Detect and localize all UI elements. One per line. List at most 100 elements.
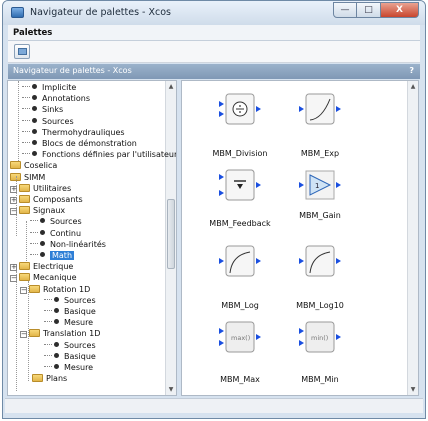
tree-scroll-down[interactable]: ▼: [166, 384, 176, 395]
tree-connector: [22, 108, 30, 110]
svg-text:max(): max(): [231, 334, 250, 342]
tree-leaf[interactable]: Thermohydrauliques: [22, 128, 125, 139]
palette-block[interactable]: [200, 167, 280, 206]
tree-guide-line: [28, 281, 29, 381]
bullet-icon: [54, 352, 59, 358]
tree-leaf[interactable]: Sources: [44, 296, 96, 307]
tree-item-label: Rotation 1D: [43, 284, 91, 294]
bullet-icon: [40, 240, 45, 246]
tree-connector: [22, 86, 30, 87]
panel-header: Navigateur de palettes - Xcos ?: [8, 64, 420, 79]
palette-block[interactable]: [280, 91, 360, 130]
tree-item-label: Math: [50, 251, 75, 260]
window-title: Navigateur de palettes - Xcos: [30, 7, 171, 18]
minimize-button[interactable]: —: [333, 2, 357, 18]
bullet-icon: [32, 84, 37, 89]
tree-folder[interactable]: Coselica: [10, 161, 57, 172]
bullet-icon: [32, 128, 37, 134]
collapse-icon[interactable]: −: [20, 331, 27, 339]
bullet-icon: [54, 364, 59, 369]
tree-leaf[interactable]: Sinks: [22, 105, 63, 116]
tree-leaf[interactable]: Continu: [30, 229, 81, 240]
tree-guide-line: [26, 221, 27, 261]
menu-palettes[interactable]: Palettes: [13, 28, 52, 38]
palette-block[interactable]: max(): [200, 319, 280, 358]
tree-leaf[interactable]: Mesure: [44, 363, 93, 374]
tree-folder[interactable]: + Electrique: [10, 262, 73, 273]
bullet-icon: [32, 95, 37, 101]
max-block-icon: max(): [214, 319, 266, 358]
tree-connector: [44, 354, 52, 356]
tree-connector: [44, 298, 52, 300]
tree-folder[interactable]: − Mecanique: [10, 273, 77, 284]
tree-leaf[interactable]: Basique: [44, 307, 96, 318]
tree-folder[interactable]: − Rotation 1D: [20, 284, 91, 296]
tree-leaf[interactable]: Non-linéarités: [30, 240, 106, 251]
exp-block-icon: [294, 91, 346, 130]
tree-item-label: Translation 1D: [43, 329, 101, 339]
tree-connector: [22, 153, 30, 155]
gain-block-icon: 1: [294, 167, 346, 206]
palette-block-label: MBM_Min: [301, 375, 339, 384]
palette-block[interactable]: [280, 243, 360, 282]
tree-leaf[interactable]: Basique: [44, 352, 96, 363]
tree-connector: [30, 242, 38, 244]
tree-guide-line: [16, 271, 17, 391]
maximize-button[interactable]: □: [357, 2, 381, 18]
tree-item-label: Sources: [64, 340, 96, 350]
tree-folder[interactable]: − Translation 1D: [20, 329, 100, 340]
folder-icon: [10, 161, 21, 170]
load-palette-button[interactable]: [14, 44, 30, 59]
panel-title: Navigateur de palettes - Xcos: [13, 66, 132, 75]
tree-connector: [44, 343, 52, 345]
tree-item-label: Coselica: [24, 161, 58, 171]
tree-leaf[interactable]: Sources: [22, 117, 74, 128]
palette-scrollbar[interactable]: ▲ ▼: [407, 81, 418, 395]
tree-folder[interactable]: Plans: [32, 374, 67, 385]
bullet-icon: [40, 252, 45, 257]
tree-folder[interactable]: − Signaux: [10, 206, 65, 217]
palette-block[interactable]: [200, 91, 280, 130]
palette-block-label: MBM_Gain: [299, 211, 341, 220]
title-bar[interactable]: Navigateur de palettes - Xcos — □ X: [3, 1, 425, 25]
tree-leaf[interactable]: Blocs de démonstration: [22, 139, 137, 150]
tree-item-label: Mesure: [64, 363, 94, 372]
palette-blocks-area: ▲ ▼ MBM_Division MBM_Exp MBM_Feedback 1 MBM_…: [181, 80, 419, 396]
tree-item-label: Composants: [33, 195, 83, 204]
tree-leaf[interactable]: Sources: [44, 341, 96, 352]
tree-leaf[interactable]: Fonctions définies par l'utilisateur: [22, 150, 176, 161]
tree-scroll-up[interactable]: ▲: [166, 81, 176, 92]
tree-scrollbar[interactable]: ▲ ▼: [165, 81, 176, 395]
palette-tree[interactable]: ▲ ▼ Implicite Annotations Sinks Sources Ther…: [7, 80, 177, 396]
tree-item-label: Basique: [64, 351, 96, 361]
tree-leaf[interactable]: Math: [30, 251, 75, 262]
tree-leaf[interactable]: Sources: [30, 217, 82, 228]
help-button[interactable]: ?: [409, 66, 414, 75]
palette-block[interactable]: 1: [280, 167, 360, 206]
tree-folder[interactable]: + Composants: [10, 195, 83, 206]
tree-item-label: Non-linéarités: [50, 239, 106, 249]
tree-leaf[interactable]: Implicite: [22, 83, 76, 94]
tree-leaf[interactable]: Annotations: [22, 94, 90, 105]
palette-block-label: MBM_Feedback: [209, 219, 271, 228]
tree-item-label: Blocs de démonstration: [42, 139, 137, 148]
min-block-icon: min(): [294, 319, 346, 358]
collapse-icon[interactable]: −: [20, 286, 27, 294]
tree-connector: [44, 366, 52, 367]
tree-scroll-thumb[interactable]: [167, 199, 175, 269]
tree-item-label: Signaux: [33, 206, 66, 216]
tree-folder[interactable]: + Utilitaires: [10, 183, 71, 195]
palette-scroll-down[interactable]: ▼: [408, 384, 418, 395]
folder-icon: [29, 284, 40, 293]
palette-block[interactable]: [200, 243, 280, 282]
palette-block-label: MBM_Log: [221, 301, 259, 310]
palette-block[interactable]: min(): [280, 319, 360, 358]
folder-icon: [19, 183, 30, 192]
close-button[interactable]: X: [381, 2, 419, 18]
tree-connector: [22, 119, 30, 121]
tree-item-label: Sources: [64, 295, 96, 305]
tree-item-label: SIMM: [24, 172, 46, 182]
palette-scroll-up[interactable]: ▲: [408, 81, 418, 92]
tree-leaf[interactable]: Mesure: [44, 318, 93, 329]
tree-item-label: Sources: [42, 116, 74, 126]
